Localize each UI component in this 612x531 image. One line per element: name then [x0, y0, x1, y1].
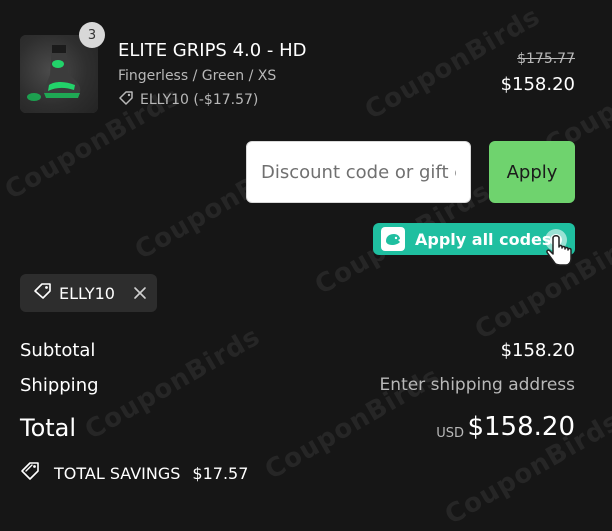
subtotal-value: $158.20 [500, 340, 575, 361]
shipping-label: Shipping [20, 375, 99, 396]
quantity-badge: 3 [79, 22, 105, 48]
apply-all-codes-label: Apply all codes [415, 229, 552, 249]
product-title: ELITE GRIPS 4.0 - HD [118, 40, 307, 61]
product-discount: ELLY10 (-$17.57) [118, 90, 258, 110]
couponbirds-logo-icon [381, 227, 405, 251]
discount-code-input[interactable] [246, 141, 471, 203]
apply-button[interactable]: Apply [489, 141, 575, 203]
applied-code-chip: ELLY10 [20, 274, 157, 312]
product-variant: Fingerless / Green / XS [118, 68, 277, 84]
total-savings-label: TOTAL SAVINGS [54, 463, 181, 483]
total-value: $158.20 [467, 412, 575, 442]
tag-icon [33, 282, 53, 304]
watermark: CouponBirds [80, 321, 266, 446]
tag-icon [118, 90, 134, 110]
shipping-value: Enter shipping address [379, 375, 575, 395]
savings-tag-icon [20, 461, 42, 485]
final-price: $158.20 [500, 74, 575, 95]
original-price: $175.77 [517, 51, 575, 67]
currency-code: USD [436, 426, 464, 441]
subtotal-label: Subtotal [20, 340, 96, 361]
close-icon[interactable] [133, 286, 147, 300]
total-label: Total [20, 414, 77, 442]
applied-code-label: ELLY10 [59, 283, 115, 303]
total-savings: TOTAL SAVINGS $17.57 [20, 461, 248, 485]
total-savings-value: $17.57 [192, 463, 249, 483]
hand-cursor-icon [540, 228, 576, 272]
product-discount-label: ELLY10 (-$17.57) [140, 92, 259, 108]
